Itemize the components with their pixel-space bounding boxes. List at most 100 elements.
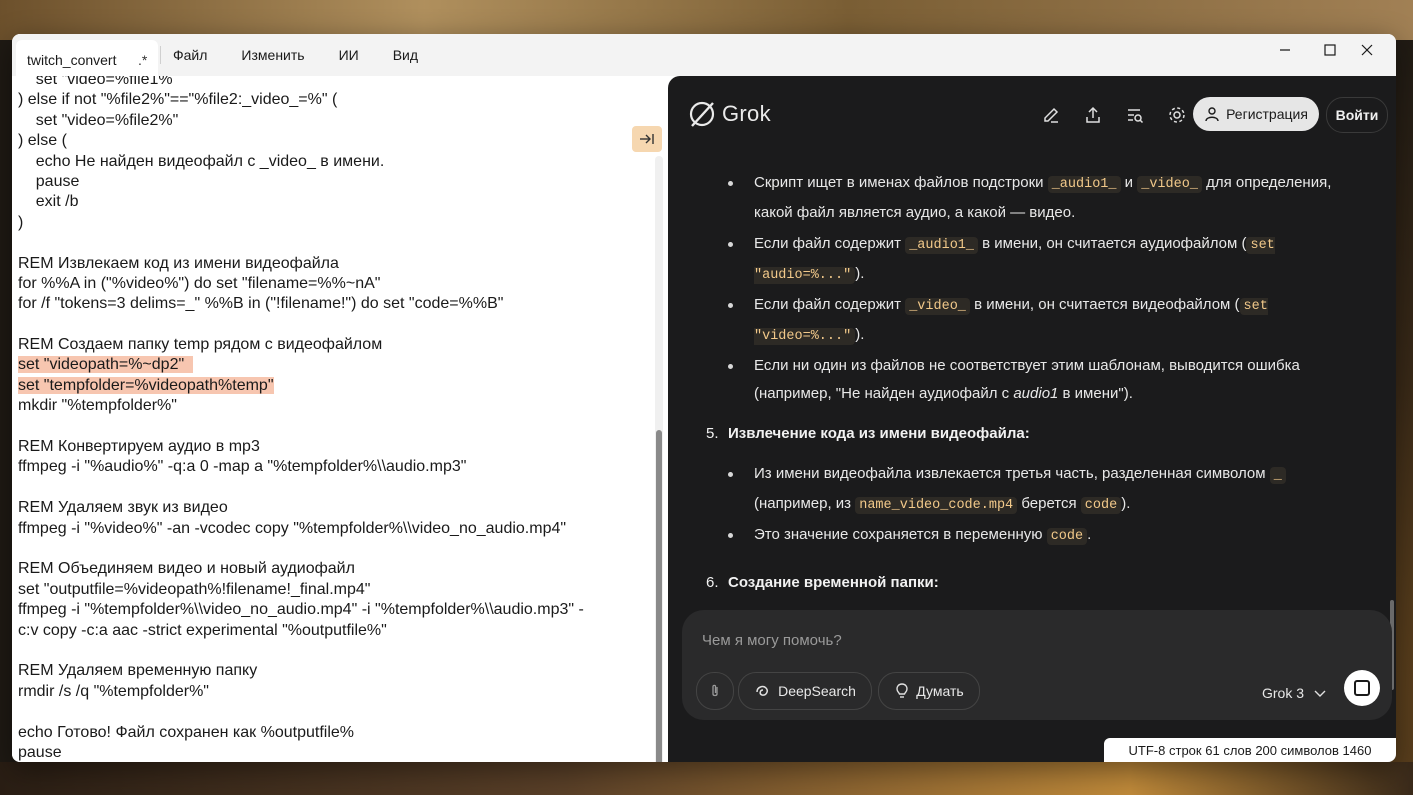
code-line[interactable]: pause (18, 172, 584, 192)
close-button[interactable] (1344, 34, 1390, 66)
code-line-text: REM Удаляем временную папку (18, 662, 258, 680)
tab-title: twitch_convert (27, 52, 117, 68)
bullet-text: Это значение сохраняется в переменную (754, 526, 1047, 543)
code-line[interactable]: ffmpeg -i "%video%" -an -vcodec copy "%t… (18, 519, 584, 539)
code-line[interactable]: ) else ( (18, 131, 584, 151)
code-line[interactable]: REM Конвертируем аудио в mp3 (18, 437, 584, 457)
new-chat-button[interactable] (1040, 104, 1062, 126)
minimize-button[interactable] (1262, 34, 1308, 66)
code-line-text: c:v copy -c:a aac -strict experimental "… (18, 621, 387, 639)
code-line[interactable] (18, 478, 584, 498)
inline-code: _ (1269, 467, 1286, 484)
chars-count: 1460 (1342, 742, 1372, 758)
code-line[interactable]: set "outputfile=%videopath%!filename!_fi… (18, 580, 584, 600)
code-line-text: ffmpeg -i "%video%" -an -vcodec copy "%t… (18, 519, 567, 537)
search-history-icon (1128, 109, 1144, 124)
code-line[interactable] (18, 417, 584, 437)
code-line[interactable]: echo Не найден видеофайл с _video_ в име… (18, 152, 584, 172)
submit-button[interactable] (1344, 670, 1380, 706)
bullet-text: Если файл содержит (754, 296, 906, 313)
code-line[interactable]: ffmpeg -i "%audio%" -q:a 0 -map a "%temp… (18, 457, 584, 477)
code-line[interactable]: c:v copy -c:a aac -strict experimental "… (18, 621, 584, 641)
code-line-text: REM Конвертируем аудио в mp3 (18, 438, 260, 456)
code-line[interactable]: pause (18, 743, 584, 762)
code-line-text: ffmpeg -i "%tempfolder%\\video_no_audio.… (18, 601, 584, 619)
code-line[interactable]: rmdir /s /q "%tempfolder%" (18, 682, 584, 702)
heading-number: 6. (706, 574, 719, 591)
list-item: Если файл содержит _video_ в имени, он с… (728, 291, 1354, 351)
chevron-down-icon (1314, 690, 1326, 697)
register-button[interactable]: Регистрация (1193, 97, 1319, 131)
settings-icon (1169, 107, 1185, 123)
code-line[interactable] (18, 702, 584, 722)
menu-file[interactable]: Файл (173, 47, 207, 63)
code-line[interactable]: for %%A in ("%video%") do set "filename=… (18, 274, 584, 294)
code-line-text: ) else if not "%file2%"=="%file2:_video_… (18, 91, 338, 109)
code-line[interactable]: set "videopath=%~dp2" (18, 355, 584, 375)
code-line[interactable] (18, 233, 584, 253)
code-line[interactable]: echo Готово! Файл сохранен как %outputfi… (18, 723, 584, 743)
code-line-text: rmdir /s /q "%tempfolder%" (18, 682, 209, 700)
code-line-text: set "tempfolder=%videopath%temp" (18, 376, 274, 394)
stop-square-icon (1354, 680, 1370, 696)
code-line-text: set "videopath=%~dp2" (18, 356, 194, 374)
code-line-text: REM Извлекаем код из имени видеофайла (18, 254, 339, 272)
code-content[interactable]: set "video=%file1% ) else if not "%file2%… (18, 76, 584, 762)
code-line[interactable]: REM Удаляем звук из видео (18, 498, 584, 518)
numbered-heading: 5. Извлечение кода из имени видеофайла: (706, 425, 1030, 442)
think-button[interactable]: Думать (878, 672, 980, 710)
code-line[interactable]: ) else if not "%file2%"=="%file2:_video_… (18, 90, 584, 110)
code-line[interactable]: exit /b (18, 192, 584, 212)
words-label: слов (1223, 742, 1252, 758)
code-line[interactable]: set "video=%file1% (18, 76, 584, 90)
list-item: Если ни один из файлов не соответствует … (728, 352, 1354, 408)
code-line[interactable]: set "video=%file2%" (18, 111, 584, 131)
lines-count: 61 (1205, 742, 1220, 758)
code-line[interactable]: REM Удаляем временную папку (18, 661, 584, 681)
code-line[interactable]: mkdir "%tempfolder%" (18, 396, 584, 416)
code-line-text: set "video=%file1% (18, 76, 173, 88)
code-line[interactable]: ) (18, 213, 584, 233)
code-line[interactable]: set "tempfolder=%videopath%temp" (18, 376, 584, 396)
menu-view[interactable]: Вид (393, 47, 418, 63)
code-line-text: REM Удаляем звук из видео (18, 499, 228, 517)
notepad-window: twitch_convert .* Файл Изменить ИИ Вид s… (12, 34, 1396, 762)
code-line[interactable]: REM Извлекаем код из имени видеофайла (18, 254, 584, 274)
encoding: UTF-8 (1128, 742, 1166, 758)
list-item: Из имени видеофайла извлекается третья ч… (728, 460, 1354, 520)
code-line-text: ) (18, 213, 24, 231)
deepsearch-button[interactable]: DeepSearch (738, 672, 872, 710)
editor-scrollbar-thumb[interactable] (656, 430, 662, 762)
menu-ai[interactable]: ИИ (339, 47, 359, 63)
share-button[interactable] (1082, 104, 1104, 126)
menu-bar: Файл Изменить ИИ Вид (160, 34, 452, 76)
numbered-heading: 6. Создание временной папки: (706, 574, 939, 591)
inline-code: _video_ (1137, 176, 1202, 193)
login-button[interactable]: Войти (1326, 97, 1388, 133)
list-item: Скрипт ищет в именах файлов подстроки _a… (728, 169, 1354, 227)
settings-button[interactable] (1166, 104, 1188, 126)
collapse-panel-button[interactable] (632, 126, 662, 152)
code-line[interactable] (18, 315, 584, 335)
deepsearch-label: DeepSearch (778, 683, 856, 699)
prompt-input[interactable]: Чем я могу помочь? (702, 632, 842, 649)
share-icon (1086, 106, 1100, 123)
code-line[interactable]: for /f "tokens=3 delims=_" %%B in ("!fil… (18, 294, 584, 314)
collapse-right-icon (640, 134, 654, 144)
code-line-text: pause (18, 743, 62, 761)
code-line[interactable] (18, 641, 584, 661)
code-line-text: mkdir "%tempfolder%" (18, 397, 177, 415)
code-line[interactable]: REM Создаем папку temp рядом с видеофайл… (18, 335, 584, 355)
file-tab[interactable]: twitch_convert .* (16, 40, 158, 76)
unsaved-indicator: .* (138, 52, 148, 68)
text-editor[interactable]: set "video=%file1% ) else if not "%file2%… (12, 76, 666, 762)
menu-edit[interactable]: Изменить (241, 47, 304, 63)
attach-button[interactable] (696, 672, 734, 710)
code-line[interactable] (18, 539, 584, 559)
code-line[interactable]: ffmpeg -i "%tempfolder%\\video_no_audio.… (18, 600, 584, 620)
lightbulb-icon (896, 683, 908, 698)
list-item: Если файл содержит _audio1_ в имени, он … (728, 230, 1354, 290)
history-button[interactable] (1124, 104, 1146, 126)
model-selector[interactable]: Grok 3 (1262, 685, 1326, 701)
code-line[interactable]: REM Объединяем видео и новый аудиофайл (18, 559, 584, 579)
